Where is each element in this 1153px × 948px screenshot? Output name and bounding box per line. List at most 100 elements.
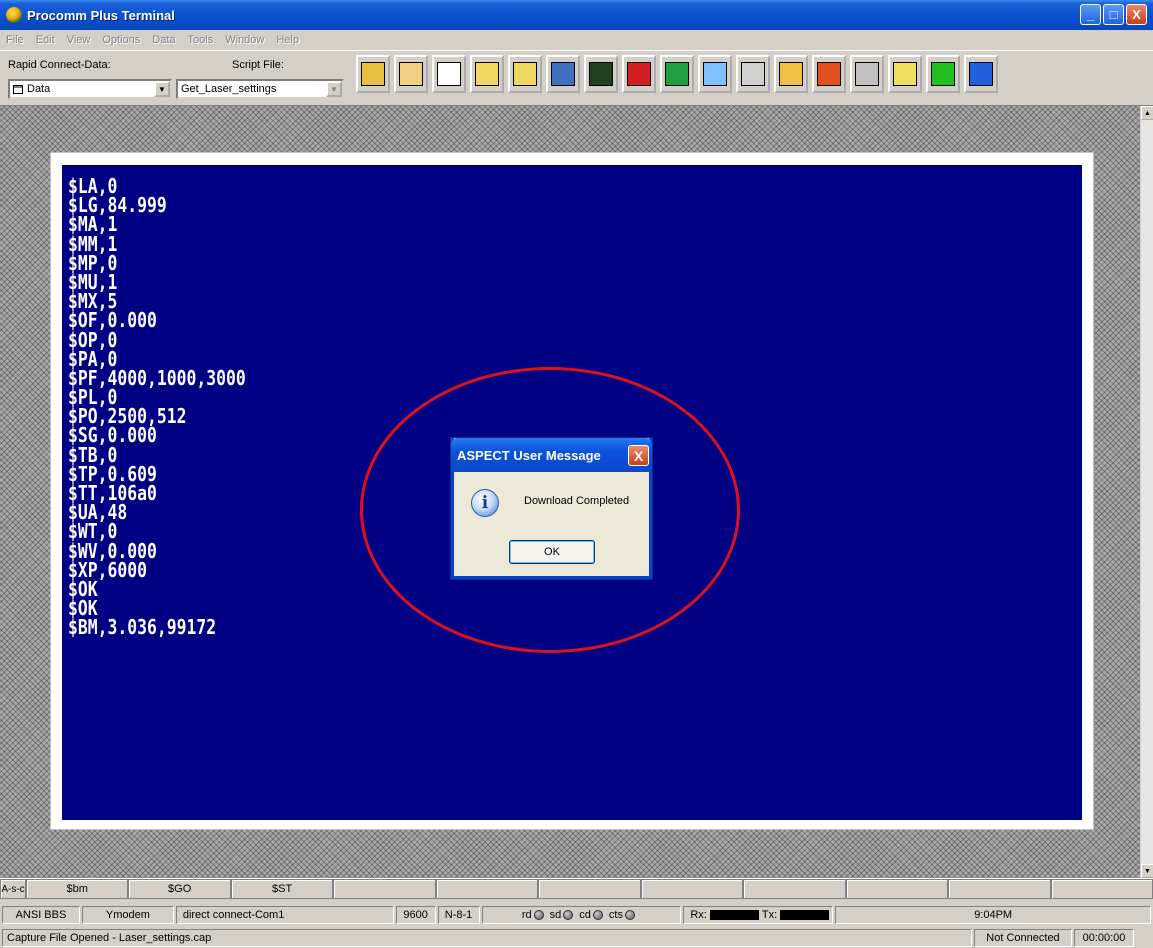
sd-led-icon	[563, 910, 574, 920]
capture-status: Capture File Opened - Laser_settings.cap	[2, 928, 972, 947]
phonebook-icon	[399, 62, 423, 86]
window-controls: _ □ X	[1080, 4, 1147, 25]
tool-button-16[interactable]	[926, 55, 960, 93]
menu-options[interactable]: Options	[102, 34, 140, 46]
mode-icon	[437, 62, 461, 86]
tool-button-11[interactable]	[736, 55, 770, 93]
tool-button-3[interactable]	[432, 55, 466, 93]
ok-button[interactable]: OK	[509, 540, 595, 564]
terminal-line: $BM,3.036,99172	[68, 615, 217, 640]
tool-button-2[interactable]	[394, 55, 428, 93]
macro-button-8[interactable]	[743, 879, 846, 899]
macro-button-1[interactable]: $bm	[25, 879, 129, 899]
menu-view[interactable]: View	[67, 34, 91, 46]
rapid-connect-label: Rapid Connect-Data:	[8, 59, 111, 71]
connection-status[interactable]: direct connect-Com1	[175, 906, 394, 924]
cts-label: cts	[608, 909, 623, 921]
tool-button-5[interactable]	[508, 55, 542, 93]
tx-indicator	[780, 910, 830, 920]
phone-icon	[627, 62, 651, 86]
tx-label: Tx:	[761, 909, 778, 921]
macro-button-6[interactable]	[538, 879, 641, 899]
emulation-status[interactable]: ANSI BBS	[2, 906, 80, 924]
menu-tools[interactable]: Tools	[188, 34, 214, 46]
terminal-output: $LA,0 $LG,84.999 $MA,1 $MM,1 $MP,0 $MU,1 $MX,5…	[68, 176, 246, 640]
macro-button-11[interactable]	[1050, 879, 1153, 899]
tool-button-8[interactable]	[622, 55, 656, 93]
tool-button-9[interactable]	[660, 55, 694, 93]
vertical-scrollbar[interactable]: ▲ ▼	[1140, 106, 1153, 878]
macro-button-2[interactable]: $GO	[128, 879, 231, 899]
procomm-app-icon[interactable]	[6, 7, 22, 23]
dialog-close-button[interactable]: X	[628, 445, 649, 466]
dialog-title-bar[interactable]: ASPECT User Message X	[451, 438, 652, 472]
clip-icon	[703, 62, 727, 86]
menu-help[interactable]: Help	[276, 34, 299, 46]
help-globe-icon	[969, 62, 993, 86]
status-bar: ANSI BBS Ymodem direct connect-Com1 9600…	[0, 904, 1153, 926]
capture-icon	[779, 62, 803, 86]
rx-tx-indicator: Rx: Tx:	[683, 906, 834, 924]
bar-icon	[893, 62, 917, 86]
script-file-label: Script File:	[232, 59, 284, 71]
tools-icon	[817, 62, 841, 86]
script-file-value: Get_Laser_settings	[181, 83, 277, 95]
rapid-connect-value: Data	[27, 83, 51, 95]
scroll-up-icon[interactable]: ▲	[1141, 106, 1153, 120]
title-bar[interactable]: Procomm Plus Terminal _ □ X	[0, 0, 1153, 30]
rx-label: Rx:	[690, 909, 707, 921]
menu-data[interactable]: Data	[152, 34, 175, 46]
rapid-connect-select[interactable]: Data ▼	[8, 79, 172, 99]
rx-indicator	[709, 910, 759, 920]
dialog-message: Download Completed	[524, 495, 630, 507]
cd-label: cd	[579, 909, 591, 921]
menu-window[interactable]: Window	[225, 34, 264, 46]
tool-button-17[interactable]	[964, 55, 998, 93]
send-file-icon	[475, 62, 499, 86]
modem-leds: rd sd cd cts	[481, 906, 682, 924]
macro-button-7[interactable]	[640, 879, 744, 899]
tool-button-4[interactable]	[470, 55, 504, 93]
tool-button-14[interactable]	[850, 55, 884, 93]
macro-bar: A-s-c $bm $GO $ST	[0, 878, 1153, 900]
keyboard-icon	[855, 62, 879, 86]
window-title: Procomm Plus Terminal	[27, 7, 175, 23]
macro-button-5[interactable]	[435, 879, 539, 899]
tool-button-1[interactable]	[356, 55, 390, 93]
tool-button-15[interactable]	[888, 55, 922, 93]
tool-button-6[interactable]	[546, 55, 580, 93]
chevron-down-icon[interactable]: ▼	[326, 81, 342, 97]
tool-button-10[interactable]	[698, 55, 732, 93]
rd-label: rd	[521, 909, 532, 921]
protocol-status[interactable]: Ymodem	[81, 906, 174, 924]
script-file-select[interactable]: Get_Laser_settings ▼	[176, 79, 344, 99]
macro-button-10[interactable]	[948, 879, 1051, 899]
capture-status-bar: Capture File Opened - Laser_settings.cap…	[0, 927, 1153, 948]
macro-button-4[interactable]	[333, 879, 436, 899]
chevron-down-icon[interactable]: ▼	[154, 81, 170, 97]
tool-button-7[interactable]	[584, 55, 618, 93]
close-button[interactable]: X	[1126, 4, 1147, 25]
clock-status: 9:04PM	[835, 906, 1151, 924]
baud-status[interactable]: 9600	[395, 906, 436, 924]
dialog-title: ASPECT User Message	[457, 447, 601, 463]
info-icon: i	[471, 489, 499, 517]
sd-label: sd	[549, 909, 562, 921]
terminal-dark-icon	[589, 62, 613, 86]
data-entry-icon	[13, 84, 23, 94]
tool-button-12[interactable]	[774, 55, 808, 93]
rd-led-icon	[533, 910, 544, 920]
macro-button-3[interactable]: $ST	[230, 879, 334, 899]
maximize-button[interactable]: □	[1103, 4, 1124, 25]
macro-button-9[interactable]	[845, 879, 949, 899]
upload-fax-icon	[551, 62, 575, 86]
scroll-down-icon[interactable]: ▼	[1141, 864, 1153, 878]
aspect-message-dialog: ASPECT User Message X i Download Complet…	[451, 438, 652, 579]
menu-file[interactable]: File	[6, 34, 24, 46]
connection-state: Not Connected	[974, 928, 1072, 947]
parity-status[interactable]: N-8-1	[437, 906, 480, 924]
tool-button-13[interactable]	[812, 55, 846, 93]
minimize-button[interactable]: _	[1080, 4, 1101, 25]
ascii-toggle[interactable]: A-s-c	[0, 879, 26, 899]
menu-edit[interactable]: Edit	[36, 34, 55, 46]
